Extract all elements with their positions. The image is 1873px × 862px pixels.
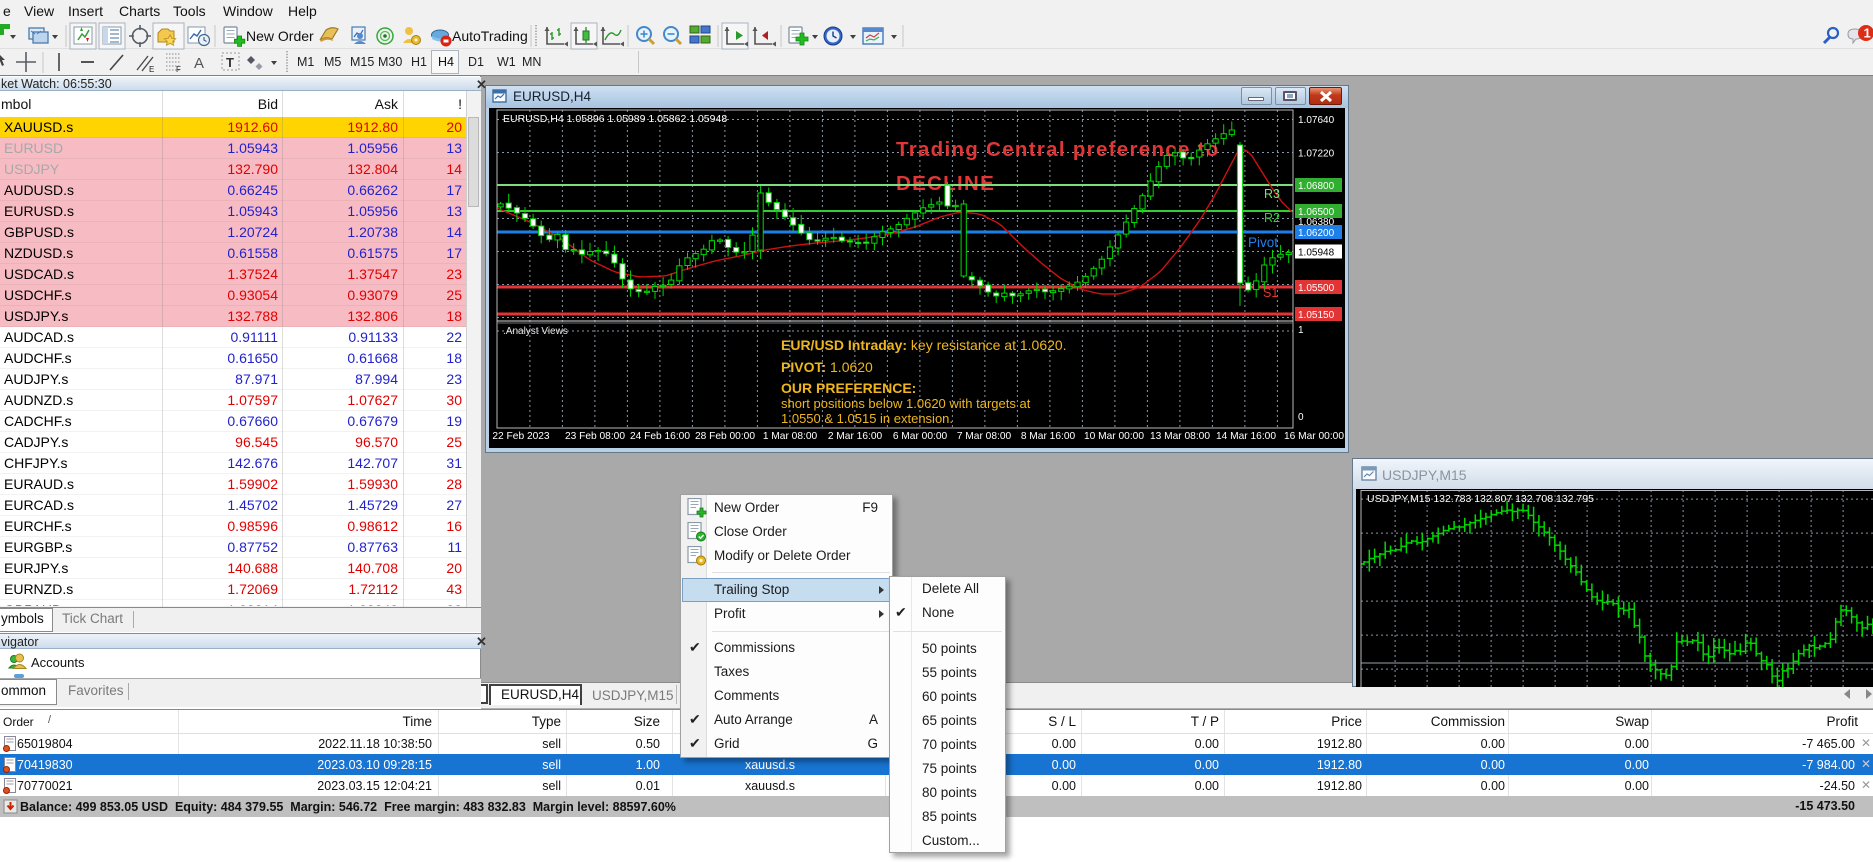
svg-text:23 Feb 08:00: 23 Feb 08:00 [565,431,625,442]
svg-text:1.07220: 1.07220 [1298,149,1335,160]
svg-text:Trading Central preference to: Trading Central preference to [896,138,1220,161]
svg-text:Pivot: Pivot [1248,235,1278,250]
svg-text:1.07640: 1.07640 [1298,115,1335,126]
svg-text:1.06200: 1.06200 [1298,228,1335,239]
svg-text:22 Feb 2023: 22 Feb 2023 [492,431,550,442]
svg-text:1.05948: 1.05948 [1298,248,1335,259]
svg-text:1.06800: 1.06800 [1298,181,1335,192]
svg-text:USDJPY,M15 132.783 132.807 132: USDJPY,M15 132.783 132.807 132.708 132.7… [1367,493,1594,505]
svg-text:R3: R3 [1264,187,1280,201]
svg-text:1.0550 & 1.0515 in extension.: 1.0550 & 1.0515 in extension. [781,411,953,426]
svg-text:short positions below 1.0620 w: short positions below 1.0620 with target… [781,396,1031,411]
svg-text:2 Mar 16:00: 2 Mar 16:00 [828,431,883,442]
svg-text:14 Mar 16:00: 14 Mar 16:00 [1216,431,1276,442]
svg-text:1: 1 [1298,325,1304,336]
svg-text:8 Mar 16:00: 8 Mar 16:00 [1021,431,1076,442]
svg-text:13 Mar 08:00: 13 Mar 08:00 [1150,431,1210,442]
svg-text:R2: R2 [1264,211,1280,225]
svg-text:OUR PREFERENCE:: OUR PREFERENCE: [781,380,916,396]
svg-text:16 Mar 00:00: 16 Mar 00:00 [1284,431,1344,442]
svg-text:7 Mar 08:00: 7 Mar 08:00 [957,431,1012,442]
svg-text:1.05150: 1.05150 [1298,310,1335,321]
svg-text:PIVOT: 1.0620: PIVOT: 1.0620 [781,359,873,375]
svg-text:0: 0 [1298,412,1304,423]
svg-text:24 Feb 16:00: 24 Feb 16:00 [630,431,690,442]
svg-text:1.05500: 1.05500 [1298,283,1335,294]
svg-text:T: T [226,55,234,70]
svg-text:1: 1 [1864,26,1871,41]
svg-text:F: F [176,65,181,74]
svg-text:.Analyst Views: .Analyst Views [503,326,568,337]
svg-text:E: E [149,65,154,74]
svg-text:S1: S1 [1263,286,1278,300]
svg-text:1 Mar 08:00: 1 Mar 08:00 [763,431,818,442]
svg-text:28 Feb 00:00: 28 Feb 00:00 [695,431,755,442]
svg-text:EUR/USD Intraday: key resista: EUR/USD Intraday: key resistance at 1.06… [781,337,1067,353]
svg-text:6 Mar 00:00: 6 Mar 00:00 [893,431,948,442]
svg-text:10 Mar 00:00: 10 Mar 00:00 [1084,431,1144,442]
svg-text:EURUSD,H4 1.05896 1.05989 1.05: EURUSD,H4 1.05896 1.05989 1.05862 1.0594… [503,113,727,125]
svg-text:A: A [194,55,204,72]
